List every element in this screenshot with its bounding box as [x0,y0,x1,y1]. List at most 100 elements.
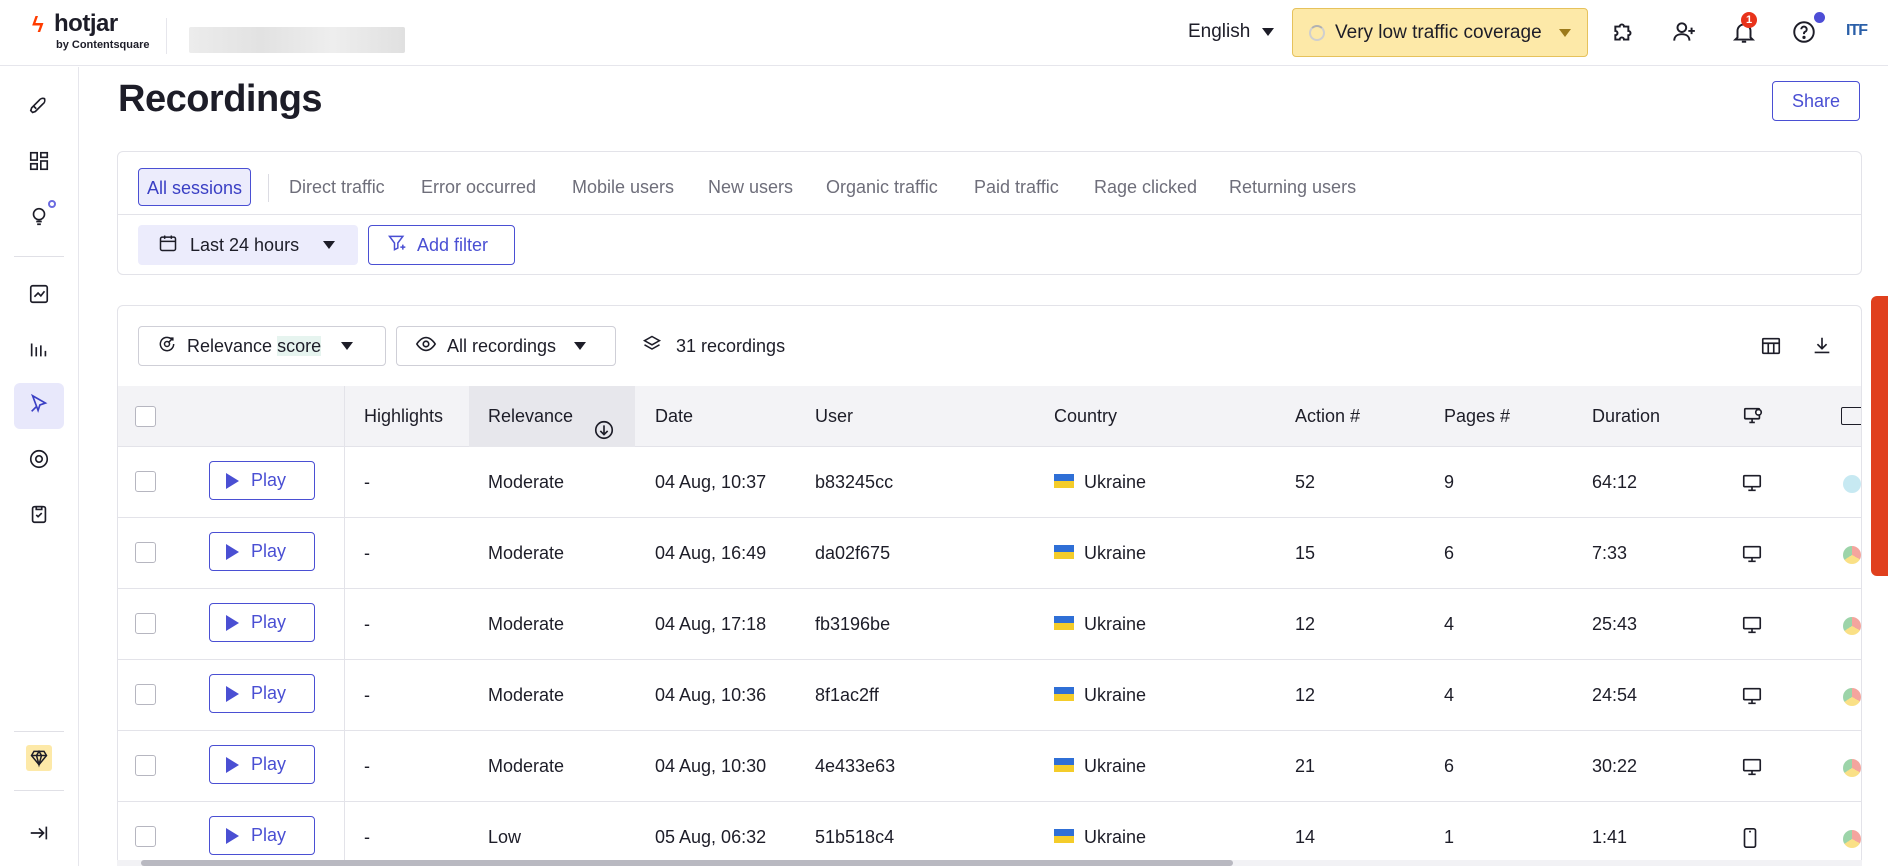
cell-date: 04 Aug, 10:30 [655,756,767,776]
date-range-dropdown[interactable]: Last 24 hours [138,225,358,265]
column-header-pages[interactable]: Pages # [1444,386,1510,447]
sidebar-item-dashboard[interactable] [14,140,64,186]
segment-tab-mobile-users[interactable]: Mobile users [572,168,674,206]
table-header: Highlights Relevance Date User Country A… [118,386,1861,447]
cell-country: Ukraine [1054,447,1146,518]
sort-label-part-2: score [277,335,322,356]
browser-column-icon[interactable] [1841,407,1861,425]
trends-icon [28,283,50,310]
share-button[interactable]: Share [1772,81,1860,121]
view-filter-label: All recordings [447,335,557,356]
cell-actions: 15 [1295,543,1316,563]
sidebar-item-trends[interactable] [14,273,64,319]
play-button[interactable]: Play [209,461,315,500]
sidebar-collapse-button[interactable] [14,812,64,858]
play-button[interactable]: Play [209,745,315,784]
cell-country: Ukraine [1054,589,1146,660]
table-row[interactable]: Play - Moderate 04 Aug, 17:18 fb3196be Ukrain… [118,589,1861,660]
segment-tab-rage-clicked[interactable]: Rage clicked [1094,168,1197,206]
table-row[interactable]: Play - Low 05 Aug, 06:32 51b518c4 Ukraine 14 1 1… [118,802,1861,865]
site-selector-blurred[interactable] [189,27,405,53]
desktop-device-icon [1741,543,1763,570]
play-button[interactable]: Play [209,532,315,571]
row-checkbox[interactable] [135,755,156,776]
row-checkbox[interactable] [135,826,156,847]
hotjar-logo-mark: ϟ [32,12,44,37]
ukraine-flag-icon [1054,545,1074,560]
segment-tab-organic-traffic[interactable]: Organic traffic [826,168,938,206]
cell-pages: 6 [1444,543,1455,563]
horizontal-scrollbar[interactable] [117,860,1862,866]
table-row[interactable]: Play - Moderate 04 Aug, 16:49 da02f675 Ukrain… [118,518,1861,589]
table-row[interactable]: Play - Moderate 04 Aug, 10:36 8f1ac2ff Ukrain… [118,660,1861,731]
traffic-coverage-label: Very low traffic coverage [1335,21,1542,43]
add-filter-button[interactable]: Add filter [368,225,515,265]
cell-country: Ukraine [1054,802,1147,865]
play-button[interactable]: Play [209,816,315,855]
play-label: Play [251,470,287,490]
cell-duration: 64:12 [1592,472,1638,492]
cell-user: 8f1ac2ff [815,685,879,705]
column-header-actions[interactable]: Action # [1295,386,1360,447]
sidebar [0,67,79,866]
cell-actions: 21 [1295,756,1316,776]
organization-avatar[interactable]: ITF [1846,22,1868,40]
traffic-coverage-button[interactable]: Very low traffic coverage [1292,8,1588,57]
table-columns-icon[interactable] [1757,332,1785,360]
column-header-highlights[interactable]: Highlights [364,386,443,447]
download-icon[interactable] [1808,332,1836,360]
sidebar-item-insights[interactable] [14,195,64,241]
sidebar-divider [14,790,64,791]
sidebar-item-feedback[interactable] [14,438,64,484]
country-label: Ukraine [1084,543,1147,563]
column-header-relevance[interactable]: Relevance [469,386,635,447]
country-label: Ukraine [1084,827,1147,847]
cell-highlights: - [364,614,370,634]
invite-user-icon[interactable] [1668,16,1700,48]
device-column-icon[interactable] [1741,405,1765,432]
cell-duration: 7:33 [1592,543,1628,563]
recordings-view-dropdown[interactable]: All recordings [396,326,616,366]
play-button[interactable]: Play [209,674,315,713]
row-checkbox[interactable] [135,542,156,563]
column-header-duration[interactable]: Duration [1592,386,1660,447]
play-button[interactable]: Play [209,603,315,642]
row-checkbox[interactable] [135,471,156,492]
sidebar-item-upgrade[interactable] [14,735,64,781]
table-row[interactable]: Play - Moderate 04 Aug, 10:37 b83245cc Ukrain… [118,447,1861,518]
segment-tab-returning-users[interactable]: Returning users [1229,168,1356,206]
sidebar-item-get-started[interactable] [14,85,64,131]
column-header-country[interactable]: Country [1054,386,1117,447]
column-header-user[interactable]: User [815,386,853,447]
cell-user: 4e433e63 [815,756,896,776]
scrollbar-thumb[interactable] [141,860,1233,866]
cell-duration: 30:22 [1592,756,1638,776]
table-row[interactable]: Play - Moderate 04 Aug, 10:30 4e433e63 Ukrain… [118,731,1861,802]
sidebar-item-recordings[interactable] [14,383,64,429]
segment-tab-new-users[interactable]: New users [708,168,793,206]
language-selector[interactable]: English [1188,21,1275,43]
notification-badge: 1 [1741,12,1757,28]
cell-duration: 24:54 [1592,685,1638,705]
desktop-device-icon [1741,472,1763,499]
segment-tab-all-sessions[interactable]: All sessions [138,168,252,206]
sidebar-item-surveys[interactable] [14,493,64,539]
feedback-side-tab[interactable] [1871,296,1888,576]
row-checkbox[interactable] [135,684,156,705]
column-header-date[interactable]: Date [655,386,693,447]
play-icon [226,685,239,702]
row-checkbox[interactable] [135,613,156,634]
segment-tab-error-occurred[interactable]: Error occurred [421,168,536,206]
select-all-checkbox[interactable] [135,406,156,427]
filter-add-icon [387,233,407,258]
segment-tab-paid-traffic[interactable]: Paid traffic [974,168,1059,206]
page-title: Recordings [118,78,323,120]
ukraine-flag-icon [1054,474,1074,489]
segment-tab-direct-traffic[interactable]: Direct traffic [289,168,385,206]
sidebar-item-heatmaps[interactable] [14,328,64,374]
cell-country: Ukraine [1054,660,1146,731]
play-icon [226,827,239,844]
sort-dropdown[interactable]: Relevance score [138,326,386,366]
integrations-puzzle-icon[interactable] [1608,16,1640,48]
cell-pages: 1 [1444,827,1455,847]
